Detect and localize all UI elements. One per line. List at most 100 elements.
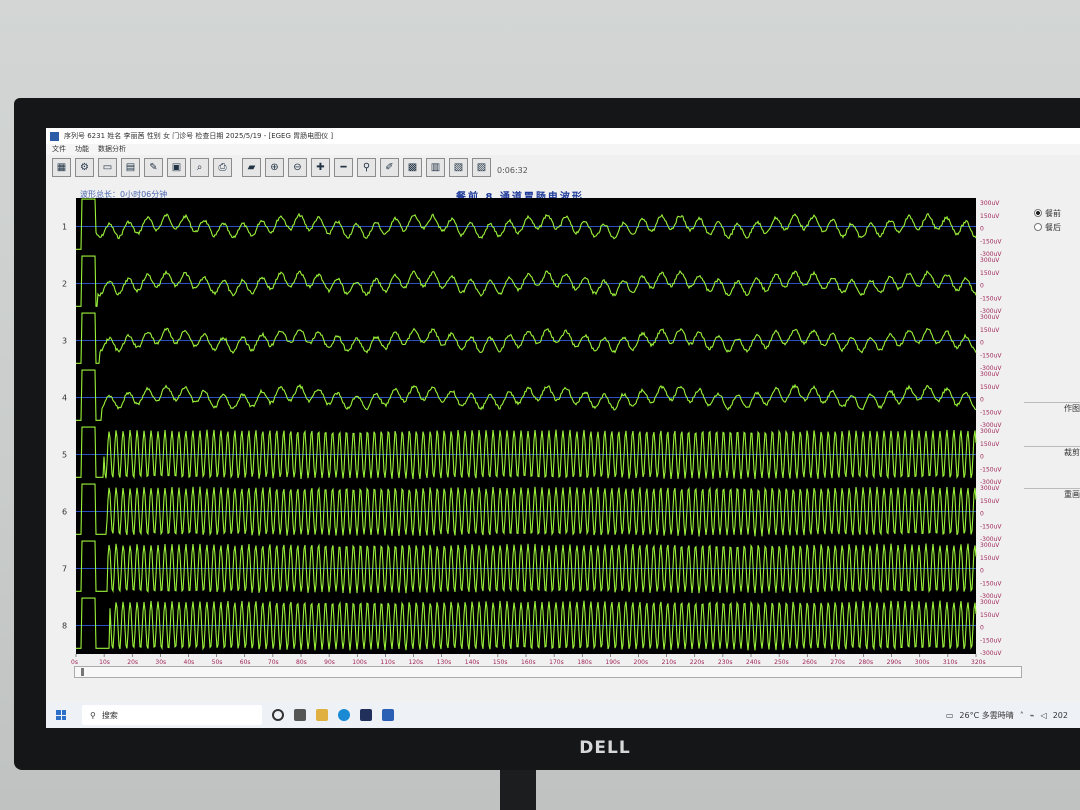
screen-icon[interactable]: ▣ <box>167 158 186 177</box>
x-tick-label: 170s <box>549 659 564 664</box>
x-tick-label: 110s <box>380 659 395 664</box>
radio-button-checked[interactable] <box>1034 209 1042 217</box>
scale-label: -150uV <box>980 295 1002 302</box>
open-folder-icon[interactable]: ▰ <box>242 158 261 177</box>
monitor-icon[interactable]: ▭ <box>98 158 117 177</box>
scale-label: -150uV <box>980 523 1002 530</box>
radio-post-meal[interactable]: 餐后 <box>1034 220 1080 234</box>
menu-data-analysis[interactable]: 数据分析 <box>98 144 126 155</box>
x-tick-label: 20s <box>127 659 138 664</box>
x-tick-label: 320s <box>971 659 986 664</box>
menu-bar: 文件 功能 数据分析 <box>46 144 1080 155</box>
scale-label: 150uV <box>980 498 1000 505</box>
radio-button[interactable] <box>1034 223 1042 231</box>
scale-label: 0 <box>980 226 984 233</box>
channel-label: 5 <box>62 451 67 460</box>
channel-label: 1 <box>62 223 67 232</box>
scale-label: 300uV <box>980 428 1000 435</box>
zoom-out-icon[interactable]: ⊖ <box>288 158 307 177</box>
network-icon[interactable]: ⌁ <box>1030 711 1035 720</box>
pen-icon[interactable]: ✐ <box>380 158 399 177</box>
edge-browser-icon[interactable] <box>338 709 350 721</box>
volume-icon[interactable]: ◁ <box>1041 711 1047 720</box>
preview-icon[interactable]: ⌕ <box>190 158 209 177</box>
word-icon[interactable] <box>382 709 394 721</box>
widgets-icon[interactable] <box>294 709 306 721</box>
scale-label: 300uV <box>980 257 1000 264</box>
x-tick-label: 70s <box>268 659 279 664</box>
reduce-icon[interactable]: ━ <box>334 158 353 177</box>
scale-label: 150uV <box>980 612 1000 619</box>
zoom-in-icon[interactable]: ⊕ <box>265 158 284 177</box>
task-view-icon[interactable] <box>272 709 284 721</box>
report-icon[interactable]: ▨ <box>472 158 491 177</box>
scale-label: 150uV <box>980 270 1000 277</box>
scale-label: 0 <box>980 454 984 461</box>
scale-label: -150uV <box>980 409 1002 416</box>
x-tick-label: 140s <box>465 659 480 664</box>
search-icon[interactable]: ⚲ <box>357 158 376 177</box>
horizontal-scrollbar[interactable] <box>74 666 1022 678</box>
egeg-app-icon[interactable] <box>360 709 372 721</box>
channel-label: 8 <box>62 622 67 631</box>
channel-label: 3 <box>62 337 67 346</box>
edit-icon[interactable]: ✎ <box>144 158 163 177</box>
menu-file[interactable]: 文件 <box>52 144 66 155</box>
taskbar-search[interactable]: ⚲ 搜索 <box>82 705 262 725</box>
channel-label: 6 <box>62 508 67 517</box>
x-tick-label: 180s <box>577 659 592 664</box>
windows-start-icon[interactable] <box>56 710 66 720</box>
scroll-thumb[interactable] <box>81 668 84 676</box>
document-icon[interactable]: ▤ <box>121 158 140 177</box>
x-tick-label: 280s <box>859 659 874 664</box>
title-bar: 序列号 6231 姓名 李丽茜 性别 女 门诊号 检查日期 2025/5/19 … <box>46 128 1080 144</box>
scale-label: -150uV <box>980 580 1002 587</box>
scale-label: 300uV <box>980 314 1000 321</box>
scale-label: 300uV <box>980 485 1000 492</box>
trim-button[interactable]: 裁剪 <box>1024 446 1080 462</box>
toolbar: ▦ ⚙ ▭ ▤ ✎ ▣ ⌕ ⎙ ▰ ⊕ ⊖ ✚ ━ ⚲ ✐ ▩ ▥ ▧ ▨ 0:… <box>52 158 528 182</box>
x-tick-label: 100s <box>352 659 367 664</box>
x-tick-label: 220s <box>690 659 705 664</box>
x-tick-label: 60s <box>240 659 251 664</box>
x-tick-label: 160s <box>521 659 536 664</box>
system-tray: ▭ 26°C 多雲時晴 ˄ ⌁ ◁ 202 <box>946 710 1080 721</box>
amplify-icon[interactable]: ✚ <box>311 158 330 177</box>
print-icon[interactable]: ⎙ <box>213 158 232 177</box>
x-tick-label: 270s <box>830 659 845 664</box>
chevron-up-icon[interactable]: ˄ <box>1020 711 1024 720</box>
plot-button[interactable]: 作图 <box>1024 402 1080 418</box>
x-tick-label: 240s <box>746 659 761 664</box>
scale-label: 0 <box>980 625 984 632</box>
scale-label: 300uV <box>980 599 1000 606</box>
radio-pre-meal[interactable]: 餐前 <box>1034 206 1080 220</box>
clock-text: 202 <box>1052 710 1068 720</box>
x-tick-label: 260s <box>802 659 817 664</box>
file-explorer-icon[interactable] <box>316 709 328 721</box>
x-tick-label: 190s <box>605 659 620 664</box>
spectrum-icon[interactable]: ▥ <box>426 158 445 177</box>
device-icon[interactable]: ⚙ <box>75 158 94 177</box>
chart-icon[interactable]: ▧ <box>449 158 468 177</box>
waveform-chart[interactable]: 1 300uV 150uV 0 -150uV -300uV 2 300uV 150uV 0 -150… <box>46 198 1024 664</box>
scale-label: 300uV <box>980 542 1000 549</box>
monitor-stand <box>500 770 536 810</box>
taskbar: ⚲ 搜索 ▭ 26°C 多雲時晴 ˄ ⌁ ◁ 202 <box>46 702 1080 728</box>
menu-function[interactable]: 功能 <box>75 144 89 155</box>
redraw-button[interactable]: 重画 <box>1024 488 1080 504</box>
x-tick-label: 90s <box>324 659 335 664</box>
image-icon[interactable]: ▩ <box>403 158 422 177</box>
scale-label: 0 <box>980 340 984 347</box>
x-tick-label: 80s <box>296 659 307 664</box>
layout-icon[interactable]: ▦ <box>52 158 71 177</box>
scale-label: 0 <box>980 568 984 575</box>
scale-label: -150uV <box>980 238 1002 245</box>
weather-icon: ▭ <box>945 710 954 720</box>
scale-label: 0 <box>980 511 984 518</box>
dell-logo: DELL <box>579 738 631 758</box>
x-tick-label: 310s <box>943 659 958 664</box>
scale-label: 150uV <box>980 384 1000 391</box>
scale-label: -300uV <box>980 650 1002 657</box>
x-tick-label: 130s <box>437 659 452 664</box>
scale-label: -150uV <box>980 352 1002 359</box>
